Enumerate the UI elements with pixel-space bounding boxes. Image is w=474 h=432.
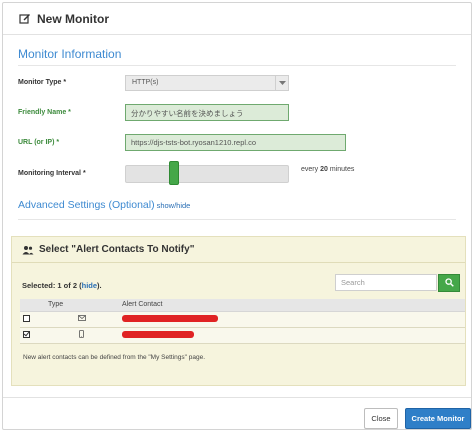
row-checkbox[interactable]	[23, 314, 30, 322]
table-row[interactable]	[20, 327, 465, 344]
edit-icon	[19, 13, 31, 25]
row-checkbox[interactable]	[23, 330, 30, 338]
monitor-information-heading: Monitor Information	[18, 47, 122, 61]
search-input[interactable]: Search	[335, 274, 437, 291]
search-button[interactable]	[438, 274, 460, 292]
monitoring-interval-label: Monitoring Interval *	[18, 170, 86, 177]
table-header-row: Type Alert Contact	[20, 299, 465, 312]
modal-header: New Monitor	[3, 3, 471, 35]
show-hide-link[interactable]: show/hide	[157, 201, 191, 210]
advanced-settings-heading: Advanced Settings (Optional) show/hide	[18, 199, 191, 211]
friendly-name-input[interactable]: 分かりやすい名前を決めましょう	[125, 104, 289, 121]
alert-contacts-title: Select "Alert Contacts To Notify"	[39, 244, 195, 255]
envelope-icon	[78, 315, 86, 323]
users-icon	[22, 245, 34, 255]
divider	[18, 65, 456, 66]
table-row[interactable]	[20, 311, 465, 328]
column-header-alert-contact: Alert Contact	[122, 299, 465, 312]
interval-readout: every 20 minutes	[301, 166, 355, 173]
column-header-type: Type	[48, 299, 122, 312]
interval-value: 20	[320, 166, 328, 173]
chevron-down-icon	[275, 76, 288, 90]
mobile-phone-icon	[79, 330, 84, 340]
alert-contacts-table: Type Alert Contact	[20, 299, 465, 344]
alert-contacts-header: Select "Alert Contacts To Notify"	[12, 237, 465, 263]
alert-contacts-note: New alert contacts can be defined from t…	[23, 354, 206, 361]
url-label: URL (or IP) *	[18, 139, 60, 146]
column-header-select	[20, 299, 48, 312]
close-button[interactable]: Close	[364, 408, 398, 429]
hide-link[interactable]: hide	[82, 281, 97, 290]
search-icon	[444, 277, 454, 289]
interval-slider-track[interactable]	[125, 165, 289, 183]
interval-slider-handle[interactable]	[169, 161, 179, 185]
divider	[18, 219, 456, 220]
modal-footer	[3, 397, 471, 429]
monitor-type-select[interactable]: HTTP(s)	[125, 75, 289, 91]
friendly-name-label: Friendly Name *	[18, 109, 71, 116]
selected-count: Selected: 1 of 2 (hide).	[22, 281, 102, 290]
redacted-contact	[122, 314, 218, 322]
monitor-type-label: Monitor Type *	[18, 79, 67, 86]
redacted-contact	[122, 330, 194, 338]
modal-title: New Monitor	[37, 11, 109, 26]
new-monitor-modal: New Monitor Monitor Information Monitor …	[2, 2, 472, 430]
url-input[interactable]: https://djs-tsts-bot.ryosan1210.repl.co	[125, 134, 346, 151]
monitor-type-value: HTTP(s)	[132, 79, 159, 86]
create-monitor-button[interactable]: Create Monitor	[405, 408, 471, 429]
